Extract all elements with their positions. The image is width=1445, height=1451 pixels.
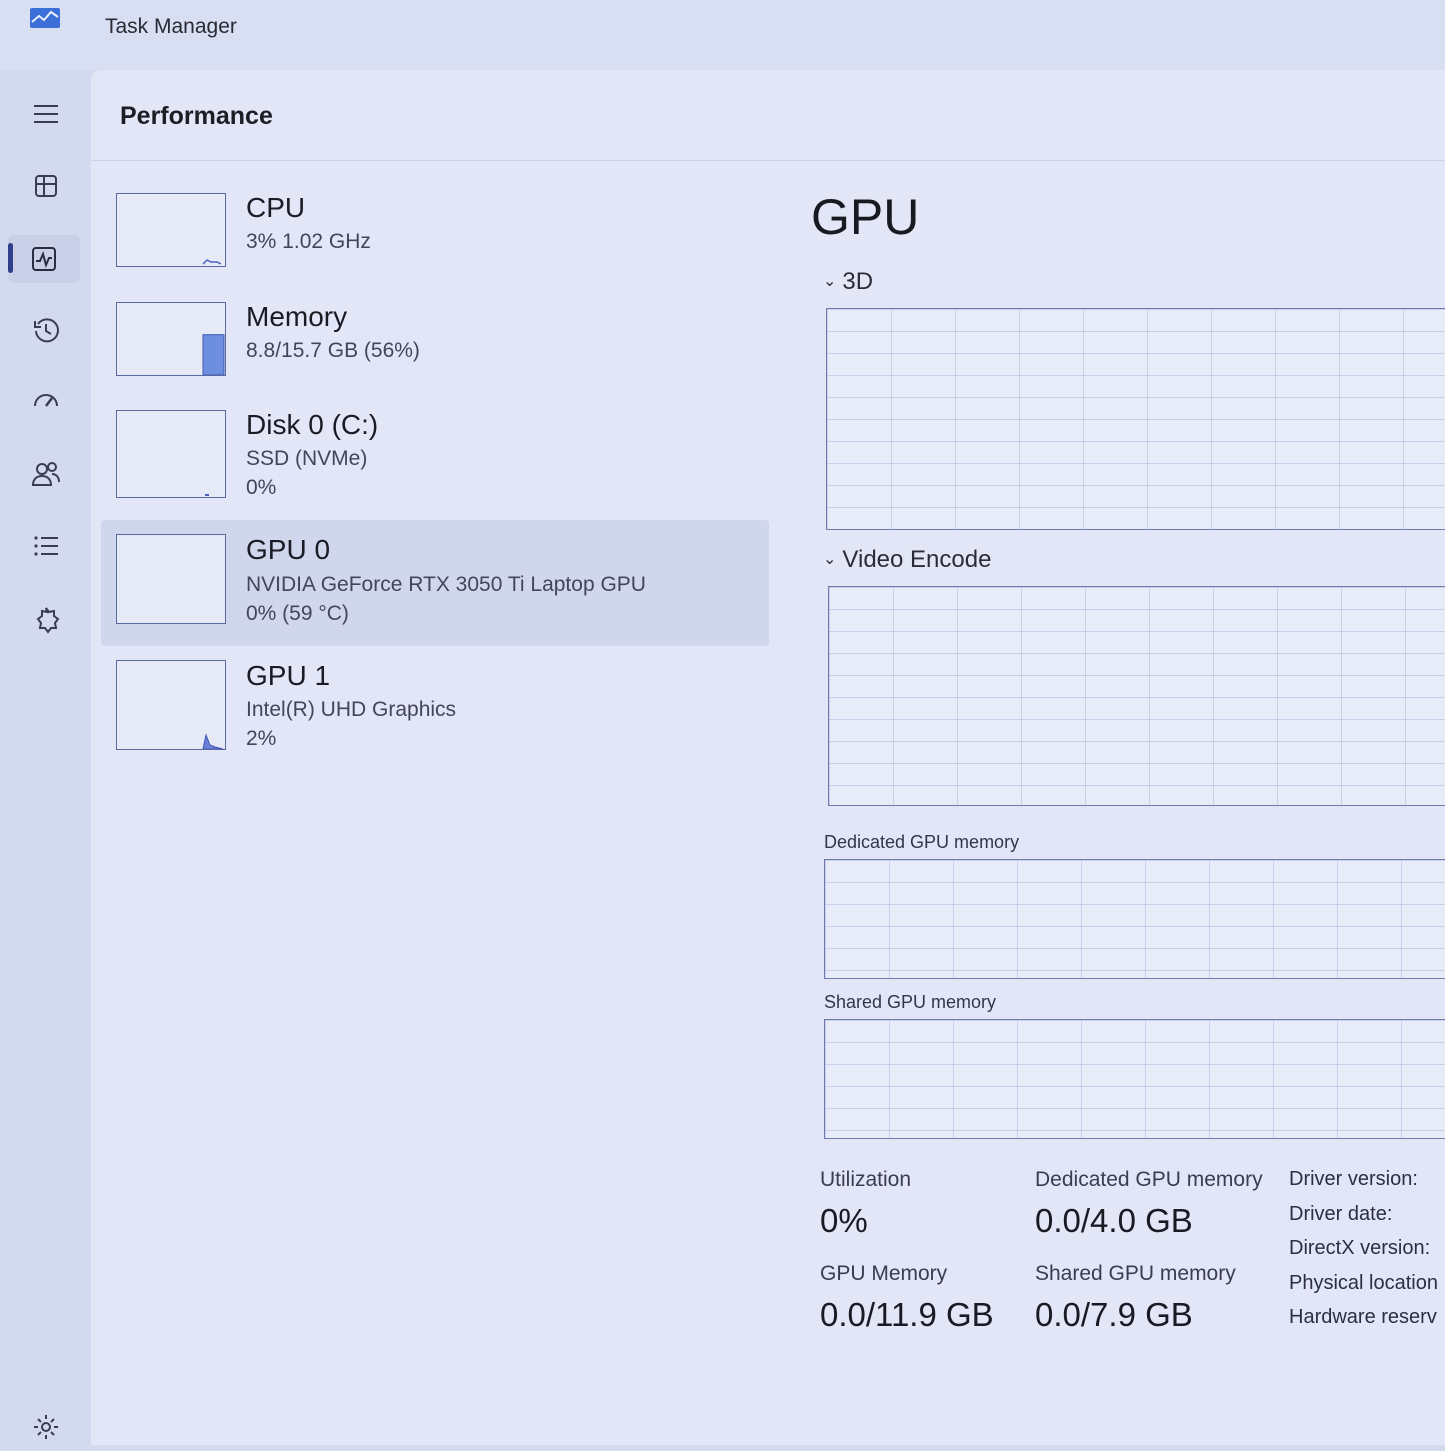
page-title: Performance	[120, 102, 273, 130]
performance-icon[interactable]	[8, 235, 80, 283]
dedicated-memory-graph	[824, 859, 1445, 979]
shared-memory-graph	[824, 1019, 1445, 1139]
engine-selector-video-encode[interactable]: ⌄ Video Encode	[823, 546, 991, 574]
performance-page: Performance CPU 3% 1.02 GHz Memory 8.8/1…	[91, 70, 1445, 1445]
memory-thumbnail-graph	[116, 302, 226, 376]
gpu1-thumbnail-graph	[116, 660, 226, 750]
driver-date-label: Driver date:	[1289, 1203, 1393, 1225]
3d-utilization-graph	[826, 308, 1445, 530]
device-item-gpu-0[interactable]: GPU 0 NVIDIA GeForce RTX 3050 Ti Laptop …	[101, 520, 769, 646]
device-list: CPU 3% 1.02 GHz Memory 8.8/15.7 GB (56%)…	[101, 178, 769, 772]
device-usage: 2%	[246, 727, 277, 750]
gpu-memory-value: 0.0/11.9 GB	[820, 1296, 994, 1333]
device-usage: 0% (59 °C)	[246, 602, 349, 625]
device-item-memory[interactable]: Memory 8.8/15.7 GB (56%)	[101, 286, 769, 394]
gpu0-thumbnail-graph	[116, 534, 226, 624]
app-history-icon[interactable]	[22, 306, 70, 354]
device-name: GPU 0	[246, 534, 331, 565]
engine-label: Video Encode	[842, 546, 992, 573]
navigation-rail	[0, 70, 90, 1445]
disk-thumbnail-graph	[116, 410, 226, 498]
video-encode-graph	[828, 586, 1445, 806]
cpu-thumbnail-graph	[116, 193, 226, 267]
directx-version-label: DirectX version:	[1289, 1237, 1431, 1259]
device-detail: 3% 1.02 GHz	[246, 230, 371, 253]
driver-version-label: Driver version:	[1289, 1168, 1418, 1190]
shared-memory-value: 0.0/7.9 GB	[1035, 1296, 1193, 1333]
physical-location-label: Physical location	[1289, 1272, 1438, 1294]
title-bar: Task Manager	[0, 0, 1445, 70]
dedicated-memory-label: Dedicated GPU memory	[1035, 1168, 1263, 1191]
utilization-value: 0%	[820, 1202, 868, 1239]
shared-memory-label: Shared GPU memory	[1035, 1262, 1236, 1285]
device-usage: 0%	[246, 476, 277, 499]
device-detail: Intel(R) UHD Graphics	[246, 698, 457, 721]
task-manager-app-icon	[30, 8, 60, 28]
device-name: Memory	[246, 301, 348, 332]
device-item-cpu[interactable]: CPU 3% 1.02 GHz	[101, 178, 769, 286]
startup-apps-icon[interactable]	[22, 378, 70, 426]
device-name: CPU	[246, 192, 306, 223]
dedicated-memory-value: 0.0/4.0 GB	[1035, 1202, 1193, 1239]
engine-selector-3d[interactable]: ⌄ 3D	[823, 268, 873, 296]
chevron-down-icon: ⌄	[823, 273, 837, 290]
utilization-label: Utilization	[820, 1168, 912, 1191]
hamburger-menu-icon[interactable]	[22, 90, 70, 138]
services-icon[interactable]	[22, 596, 70, 644]
processes-icon[interactable]	[22, 162, 70, 210]
chevron-down-icon: ⌄	[823, 551, 837, 568]
dedicated-memory-graph-label: Dedicated GPU memory	[824, 832, 1020, 852]
device-item-disk[interactable]: Disk 0 (C:) SSD (NVMe) 0%	[101, 394, 769, 520]
engine-label: 3D	[842, 268, 874, 295]
page-header: Performance	[91, 70, 1445, 161]
device-name: GPU 1	[246, 660, 331, 691]
device-detail: NVIDIA GeForce RTX 3050 Ti Laptop GPU	[246, 573, 646, 596]
hardware-reserved-label: Hardware reserv	[1289, 1306, 1437, 1328]
settings-icon[interactable]	[22, 1403, 70, 1451]
users-icon[interactable]	[22, 450, 70, 498]
gpu-memory-label: GPU Memory	[820, 1262, 948, 1285]
details-icon[interactable]	[22, 522, 70, 570]
device-item-gpu-1[interactable]: GPU 1 Intel(R) UHD Graphics 2%	[101, 646, 769, 772]
detail-title: GPU	[811, 189, 920, 245]
device-detail: SSD (NVMe)	[246, 447, 368, 470]
device-detail: 8.8/15.7 GB (56%)	[246, 339, 420, 362]
window-title: Task Manager	[105, 15, 237, 38]
shared-memory-graph-label: Shared GPU memory	[824, 992, 997, 1012]
device-name: Disk 0 (C:)	[246, 409, 379, 440]
active-nav-indicator	[8, 243, 13, 273]
